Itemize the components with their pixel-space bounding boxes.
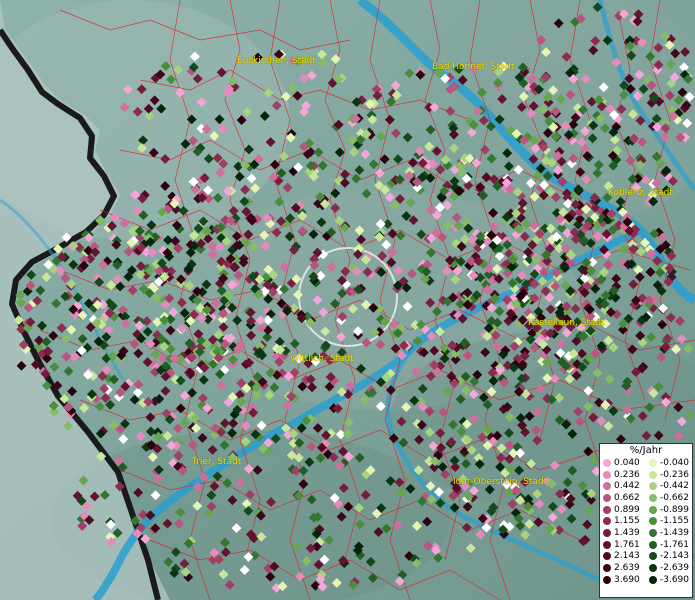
legend-title: %/Jahr	[629, 445, 663, 456]
city-label-bad-honnef: Bad Honnef, Stadt	[432, 62, 515, 72]
city-label-euskirchen: Euskirchen, Stadt	[237, 56, 316, 66]
legend-swatch	[603, 564, 611, 573]
legend-entry-positive: 1.761	[600, 540, 646, 550]
legend-swatch	[603, 470, 611, 479]
legend-row: 0.899 -0.899	[600, 504, 692, 516]
city-label-trier: Trier, Stadt	[192, 457, 242, 467]
legend-swatch	[649, 552, 657, 561]
legend-row: 0.662 -0.662	[600, 492, 692, 504]
legend-entry-positive: 1.439	[600, 528, 646, 538]
legend-entry-positive: 2.143	[600, 551, 646, 561]
legend-entry-negative: -0.442	[646, 481, 692, 491]
city-label-kastellaun: Kastellaun, Stadt	[528, 318, 605, 328]
legend-swatch	[603, 482, 611, 491]
legend-entry-negative: -0.236	[646, 470, 692, 480]
legend-swatch	[649, 564, 657, 573]
legend-swatch	[649, 470, 657, 479]
map-view[interactable]: Euskirchen, Stadt Bad Honnef, Stadt Kobl…	[0, 0, 695, 600]
legend-entry-negative: -3.690	[646, 575, 692, 585]
legend-label: -1.439	[660, 527, 690, 538]
legend-row: 1.155 -1.155	[600, 515, 692, 527]
legend-label: 1.439	[614, 527, 640, 538]
legend-swatch	[603, 505, 611, 514]
legend-swatch	[649, 528, 657, 537]
legend-entry-positive: 0.236	[600, 470, 646, 480]
city-label-koblenz: Koblenz, Stadt	[608, 188, 673, 198]
legend-label: -0.442	[660, 481, 690, 492]
legend-row: 3.690 -3.690	[600, 574, 692, 586]
legend-label: 1.761	[614, 539, 640, 550]
legend-row: 1.761 -1.761	[600, 539, 692, 551]
legend-entry-positive: 1.155	[600, 516, 646, 526]
legend-entry-positive: 3.690	[600, 575, 646, 585]
legend-swatch	[603, 540, 611, 549]
legend-swatch	[603, 517, 611, 526]
legend-entry-negative: -0.662	[646, 493, 692, 503]
legend-row: 2.143 -2.143	[600, 551, 692, 563]
legend: %/Jahr 0.040 -0.040 0.236 -0.236 0.442 -0.442…	[599, 443, 693, 598]
legend-label: 0.899	[614, 504, 640, 515]
legend-row: 2.639 -2.639	[600, 562, 692, 574]
legend-entry-positive: 0.040	[600, 458, 646, 468]
legend-entry-positive: 2.639	[600, 563, 646, 573]
legend-label: -0.899	[660, 504, 690, 515]
legend-label: -0.662	[660, 492, 690, 503]
legend-swatch	[649, 517, 657, 526]
legend-entry-positive: 0.442	[600, 481, 646, 491]
legend-swatch	[649, 482, 657, 491]
legend-swatch	[649, 505, 657, 514]
legend-swatch	[649, 575, 657, 584]
legend-label: -0.040	[660, 457, 690, 468]
legend-rows: 0.040 -0.040 0.236 -0.236 0.442 -0.442 0.662 -0…	[600, 457, 692, 586]
legend-swatch	[649, 540, 657, 549]
legend-swatch	[603, 493, 611, 502]
legend-row: 0.236 -0.236	[600, 469, 692, 481]
legend-label: -1.761	[660, 539, 690, 550]
legend-entry-negative: -2.143	[646, 551, 692, 561]
legend-swatch	[603, 575, 611, 584]
legend-label: 1.155	[614, 516, 640, 527]
legend-entry-negative: -1.155	[646, 516, 692, 526]
legend-label: -2.639	[660, 563, 690, 574]
legend-entry-negative: -0.899	[646, 505, 692, 515]
legend-entry-positive: 0.662	[600, 493, 646, 503]
legend-row: 0.442 -0.442	[600, 480, 692, 492]
legend-swatch	[649, 458, 657, 467]
legend-label: 2.143	[614, 551, 640, 562]
legend-swatch	[603, 552, 611, 561]
legend-label: -0.236	[660, 469, 690, 480]
legend-entry-negative: -1.761	[646, 540, 692, 550]
legend-label: 3.690	[614, 574, 640, 585]
legend-row: 1.439 -1.439	[600, 527, 692, 539]
legend-swatch	[603, 458, 611, 467]
legend-label: 0.442	[614, 481, 640, 492]
legend-label: 0.236	[614, 469, 640, 480]
legend-label: 0.040	[614, 457, 640, 468]
city-label-wittlich: Wittlich, Stadt	[290, 354, 354, 364]
legend-label: -2.143	[660, 551, 690, 562]
legend-entry-negative: -2.639	[646, 563, 692, 573]
legend-swatch	[603, 528, 611, 537]
legend-swatch	[649, 493, 657, 502]
legend-entry-negative: -1.439	[646, 528, 692, 538]
legend-entry-positive: 0.899	[600, 505, 646, 515]
terrain-base	[0, 0, 695, 600]
legend-row: 0.040 -0.040	[600, 457, 692, 469]
legend-label: -1.155	[660, 516, 690, 527]
legend-entry-negative: -0.040	[646, 458, 692, 468]
legend-label: 2.639	[614, 563, 640, 574]
legend-label: 0.662	[614, 492, 640, 503]
legend-label: -3.690	[660, 574, 690, 585]
city-label-idar-oberstein: Idar-Oberstein, Stadt	[453, 477, 548, 487]
